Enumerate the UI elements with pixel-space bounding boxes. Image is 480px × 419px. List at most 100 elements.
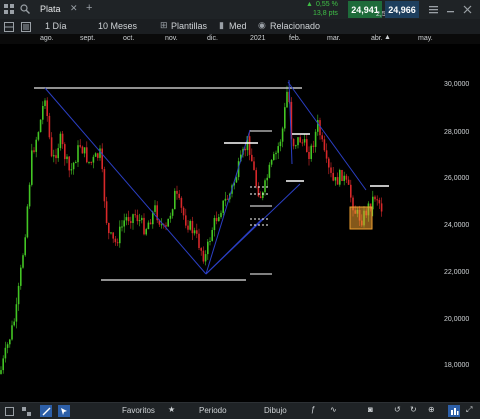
candle-body xyxy=(68,156,70,171)
pencil-icon[interactable] xyxy=(40,405,52,417)
camera-icon[interactable]: ◙ xyxy=(368,405,373,414)
trendline xyxy=(44,87,207,275)
candle-body xyxy=(6,344,9,348)
candle-body xyxy=(343,175,345,181)
instrument-name[interactable]: Plata xyxy=(40,4,61,14)
close-tab-icon[interactable]: ✕ xyxy=(70,3,78,14)
candle-body xyxy=(334,177,337,181)
interval-selector[interactable]: 1 Día xyxy=(45,21,67,31)
candle-body xyxy=(314,131,317,147)
settings-icon[interactable] xyxy=(20,21,31,32)
candle-body xyxy=(13,321,15,326)
candle-body xyxy=(0,370,2,374)
candle-body xyxy=(174,190,176,210)
candle-body xyxy=(215,218,218,222)
candle-body xyxy=(259,196,262,199)
candle-body xyxy=(116,242,119,244)
candle-body xyxy=(189,221,191,230)
candle-body xyxy=(138,220,141,222)
candle-body xyxy=(15,304,18,322)
layout-icon[interactable] xyxy=(3,21,14,32)
candle-body xyxy=(169,215,172,219)
candle-body xyxy=(61,133,64,145)
favorites-button[interactable]: Favoritos xyxy=(122,406,155,415)
candle-body xyxy=(281,128,284,142)
close-window-icon[interactable] xyxy=(462,4,472,14)
candle-body xyxy=(160,224,163,226)
change-up-icon: ▲ xyxy=(306,1,313,8)
candle-body xyxy=(132,214,134,223)
candle-body xyxy=(284,107,286,129)
month-label: dic. xyxy=(207,35,218,42)
drawing-button[interactable]: Dibujo xyxy=(264,406,287,415)
candle-body xyxy=(20,267,22,286)
add-tab-icon[interactable]: + xyxy=(86,2,92,14)
candle-body xyxy=(218,217,220,222)
candle-body xyxy=(66,156,68,160)
undo-icon[interactable]: ↺ xyxy=(394,405,401,414)
layout-icon[interactable] xyxy=(4,406,14,416)
chart-canvas[interactable]: 30,0000 28,0000 26,0000 24,0000 22,0000 … xyxy=(0,44,480,402)
candle-body xyxy=(77,145,79,163)
candle-body xyxy=(9,339,11,345)
menu-icon[interactable] xyxy=(428,4,438,14)
candle-body xyxy=(339,170,341,185)
candle-body xyxy=(108,223,110,234)
candle-body xyxy=(196,230,198,234)
time-axis: ago. sept. oct. nov. dic. 2021 feb. mar.… xyxy=(0,34,480,44)
grid-icon[interactable] xyxy=(21,406,31,416)
candle-body xyxy=(28,184,31,207)
fullscreen-icon[interactable]: ⤢ xyxy=(466,405,472,415)
month-label: sept. xyxy=(80,35,96,42)
candle-body xyxy=(202,250,205,262)
trendline xyxy=(287,81,367,191)
candle-body xyxy=(90,161,92,163)
price-type-selector[interactable]: Med xyxy=(229,21,247,31)
candle-body xyxy=(79,145,81,147)
indicator-icon[interactable]: ∿ xyxy=(330,405,337,414)
candlestick-series xyxy=(0,85,383,375)
function-icon[interactable]: ƒ xyxy=(311,405,315,414)
candle-body xyxy=(75,162,77,164)
ask-price-button[interactable]: 24,966 xyxy=(385,1,419,18)
candle-body xyxy=(185,215,187,226)
minimize-icon[interactable] xyxy=(445,4,455,14)
price-axis: 30,0000 28,0000 26,0000 24,0000 22,0000 … xyxy=(444,81,469,369)
price-chart[interactable]: 30,0000 28,0000 26,0000 24,0000 22,0000 … xyxy=(0,44,480,402)
candle-body xyxy=(64,144,66,160)
candle-body xyxy=(292,138,295,147)
candle-body xyxy=(72,162,75,170)
candle-body xyxy=(127,217,130,222)
grid-icon[interactable] xyxy=(3,3,15,15)
y-tick: 18,0000 xyxy=(444,362,469,369)
candle-body xyxy=(145,229,147,235)
candle-body xyxy=(17,285,20,305)
candle-body xyxy=(226,198,229,200)
top-bar: Plata ✕ + ▲ 0,55 % 13,8 pts 24,941 2,5 2… xyxy=(0,0,480,20)
candle-body xyxy=(114,238,117,243)
candle-body xyxy=(262,192,264,198)
search-icon[interactable] xyxy=(19,3,31,15)
related-icon: ◉ xyxy=(258,20,266,30)
candle-body xyxy=(198,233,200,248)
candle-body xyxy=(266,177,268,181)
redo-icon[interactable]: ↻ xyxy=(410,405,417,414)
candle-body xyxy=(251,154,253,162)
zoom-icon[interactable]: ⊕ xyxy=(428,405,435,414)
range-selector[interactable]: 10 Meses xyxy=(98,21,137,31)
related-button[interactable]: Relacionado xyxy=(270,21,320,31)
star-icon[interactable]: ★ xyxy=(168,405,175,414)
candle-body xyxy=(213,218,216,231)
candle-body xyxy=(92,156,95,163)
candle-body xyxy=(200,248,202,251)
candle-body xyxy=(378,199,381,204)
month-label: feb. xyxy=(289,35,301,42)
candle-body xyxy=(42,106,44,120)
period-button[interactable]: Periodo xyxy=(199,406,227,415)
chart-type-icon[interactable] xyxy=(448,405,460,417)
cursor-icon[interactable] xyxy=(58,405,70,417)
candle-body xyxy=(119,226,121,244)
scroll-marker-icon[interactable]: ▲ xyxy=(384,34,391,41)
candle-body xyxy=(143,217,145,235)
templates-button[interactable]: Plantillas xyxy=(171,21,207,31)
